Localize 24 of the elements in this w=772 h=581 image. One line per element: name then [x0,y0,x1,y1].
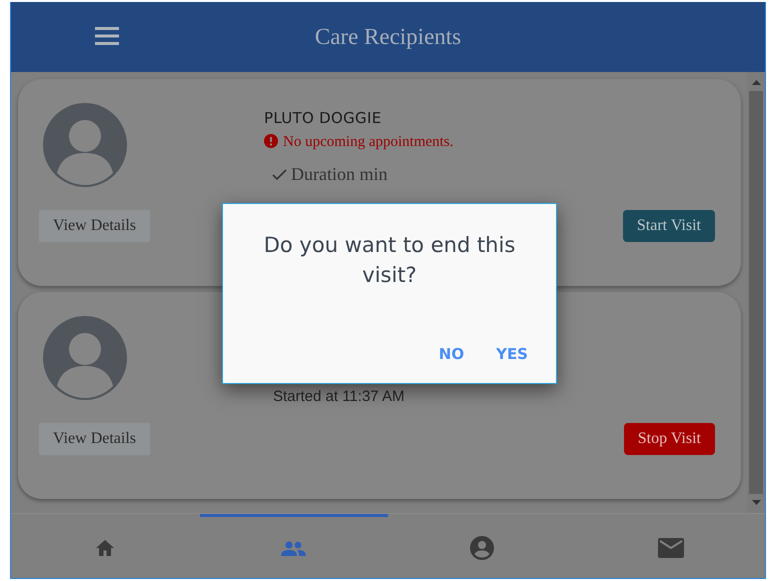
visit-detail: Duration min [291,163,388,186]
people-icon [281,540,306,556]
avatar-icon [43,103,127,187]
account-icon [470,536,494,560]
status-message: No upcoming appointments. [283,133,454,152]
start-visit-button[interactable]: Start Visit [622,210,715,242]
scrollbar[interactable] [747,72,765,513]
view-details-button[interactable]: View Details [38,422,152,456]
view-details-button[interactable]: View Details [38,209,152,243]
visit-detail: Started at 11:37 AM [273,387,404,407]
recipient-name: PLUTO DOGGIE [264,108,382,129]
dialog-message: Do you want to end this visit? [262,232,516,289]
scrollbar-thumb[interactable] [749,91,763,494]
dialog-button[interactable]: YES [488,338,536,369]
scroll-up-icon[interactable] [752,80,760,85]
avatar-icon [43,316,127,400]
menu-icon[interactable] [95,27,119,45]
stop-visit-button[interactable]: Stop Visit [624,423,715,455]
home-icon [95,538,116,557]
dialog-button[interactable]: NO [430,338,472,369]
alert-icon [264,134,278,148]
scroll-down-icon[interactable] [752,500,760,505]
header-title: Care Recipients [314,22,462,51]
mail-icon [658,538,684,558]
